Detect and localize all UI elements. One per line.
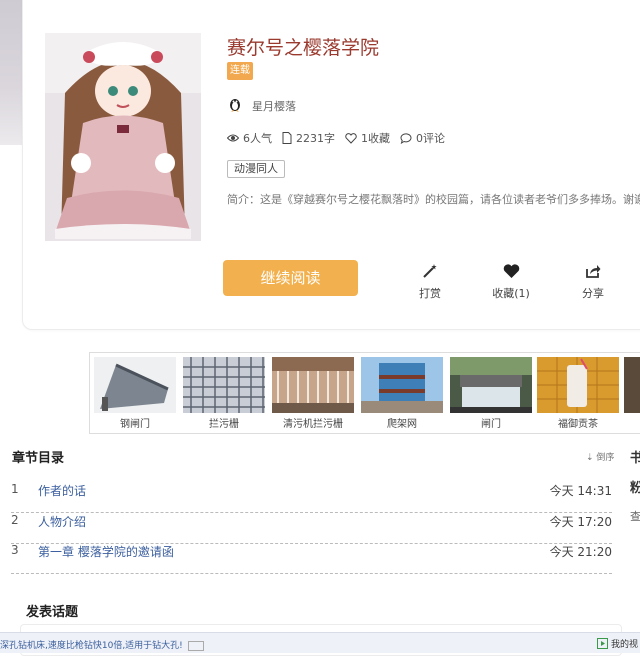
heart-filled-icon [481,262,541,280]
ad-image [450,357,532,413]
ad-image [272,357,354,413]
chapter-link[interactable]: 第一章 樱落学院的邀请函 [38,543,174,560]
sort-arrow-icon: ⇣ [586,453,594,463]
ad-image [624,357,640,413]
background-blur [0,0,22,145]
favorites-stat: 1收藏 [345,130,390,146]
eye-icon [227,134,239,142]
ad-image [361,357,443,413]
word-count-stat: 2231字 [282,130,335,146]
ad-badge-icon [187,640,204,651]
tip-button[interactable]: 打赏 [400,262,460,301]
chapter-row[interactable]: 2 人物介绍 今天 17:20 [11,513,612,544]
chapter-row[interactable]: 1 作者的话 今天 14:31 [11,482,612,513]
share-icon [563,262,623,280]
popularity-stat: 6人气 [227,130,272,146]
bottom-ad-bar: 深孔钻机床,速度比枪钻快10倍,适用于钻大孔! 我的视 [0,632,640,653]
share-button[interactable]: 分享 [563,262,623,301]
heart-icon [345,132,357,144]
side-heading: 书 [630,451,640,466]
toc-title: 章节目录 [12,451,65,466]
continue-reading-button[interactable]: 继续阅读 [223,260,358,296]
ad-item[interactable]: 福御贡茶 [537,357,619,431]
book-title: 赛尔号之樱落学院 [227,37,380,59]
ad-item[interactable]: 拦污栅 [183,357,265,431]
document-icon [282,132,292,144]
book-stats: 6人气 2231字 1收藏 0评论 [227,130,455,146]
status-badge: 连载 [227,62,253,80]
ad-image-strip: 钢闸门 拦污栅 清污机拦污栅 爬架网 闸门 福御贡茶 [89,352,640,434]
penguin-icon [227,96,243,116]
bottom-ad-link[interactable]: 深孔钻机床,速度比枪钻快10倍,适用于钻大孔! [0,638,204,651]
ad-item[interactable]: 钢闸门 [94,357,176,431]
favorite-button[interactable]: 收藏(1) [481,262,541,301]
author-info: 星月樱落 [227,97,296,115]
ad-item[interactable]: 闸门 [450,357,532,431]
book-intro: 简介：这是《穿越赛尔号之樱花飘落时》的校园篇，请各位读者老爷们多多捧场。谢谢！ [227,193,640,206]
chapter-link[interactable]: 作者的话 [38,482,86,499]
chapter-link[interactable]: 人物介绍 [38,513,86,530]
play-icon [597,638,608,649]
side-heading: 粉 [630,481,640,496]
book-cover[interactable] [45,33,201,241]
ad-item[interactable]: 爬架网 [361,357,443,431]
chapter-row[interactable]: 3 第一章 樱落学院的邀请函 今天 21:20 [11,543,612,574]
post-topic-title: 发表话题 [26,605,79,620]
sort-toggle[interactable]: ⇣ 倒序 [586,450,614,463]
magic-wand-icon [400,262,460,280]
ad-image [94,357,176,413]
ad-image [537,357,619,413]
genre-tag[interactable]: 动漫同人 [227,160,285,178]
side-text: 查 [630,510,640,523]
author-name[interactable]: 星月樱落 [252,98,296,114]
ad-image [183,357,265,413]
comments-stat: 0评论 [400,130,445,146]
ad-item[interactable]: 清污机拦污栅 [272,357,354,431]
comment-icon [400,132,412,144]
my-video-link[interactable]: 我的视 [597,637,638,650]
